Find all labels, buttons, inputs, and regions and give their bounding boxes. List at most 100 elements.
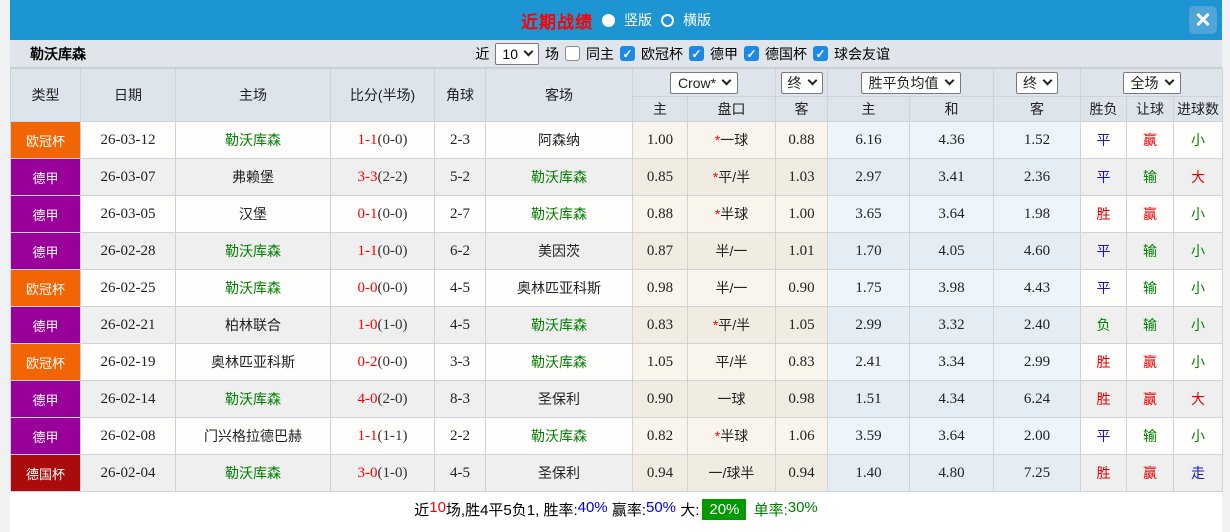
goals-result: 小 xyxy=(1174,307,1223,344)
col-header-type: 类型 xyxy=(11,69,81,122)
home-team: 门兴格拉德巴赫 xyxy=(176,418,331,455)
away-team: 奥林匹亚科斯 xyxy=(486,270,633,307)
avg-away-odds: 2.00 xyxy=(994,418,1081,455)
summary-segment: 40% xyxy=(578,499,608,516)
horizontal-view-radio[interactable] xyxy=(661,14,674,27)
handicap-cell: 平/半 xyxy=(688,344,776,381)
league-checkbox-bundesliga[interactable]: ✓ xyxy=(689,46,704,61)
avg-home-odds: 1.75 xyxy=(828,270,910,307)
avg-select[interactable]: 胜平负均值 xyxy=(861,72,961,94)
away-team: 圣保利 xyxy=(486,455,633,492)
vertical-view-radio[interactable] xyxy=(602,14,615,27)
match-date: 26-02-08 xyxy=(81,418,176,455)
corner-count: 6-2 xyxy=(435,233,486,270)
bookmaker-select-value: Crow* xyxy=(678,75,716,91)
handicap-value: 一球 xyxy=(718,391,746,407)
match-date: 26-02-28 xyxy=(81,233,176,270)
handicap-value: 半/一 xyxy=(716,243,748,259)
avg-draw-odds: 4.36 xyxy=(910,122,994,159)
near-label: 近 xyxy=(475,44,489,64)
corner-count: 2-3 xyxy=(435,122,486,159)
win-draw-loss-result: 平 xyxy=(1081,122,1127,159)
handicap-value: 半球 xyxy=(720,428,748,444)
handicap-value: 平/半 xyxy=(718,317,750,333)
handicap-value: 半球 xyxy=(720,206,748,222)
win-draw-loss-result: 胜 xyxy=(1081,344,1127,381)
col-header-jq: 进球数 xyxy=(1174,97,1223,122)
match-date: 26-03-07 xyxy=(81,159,176,196)
chevron-down-icon xyxy=(1043,76,1053,86)
match-row: 欧冠杯 26-02-19 奥林匹亚科斯 0-2(0-0) 3-3 勒沃库森 1.… xyxy=(11,344,1223,381)
title-bar: 近期战绩 竖版 横版 xyxy=(10,0,1222,40)
league-checkbox-dfb-pokal[interactable]: ✓ xyxy=(744,46,759,61)
match-row: 德甲 26-02-08 门兴格拉德巴赫 1-1(1-1) 2-2 勒沃库森 0.… xyxy=(11,418,1223,455)
avg-draw-odds: 4.34 xyxy=(910,381,994,418)
league-type-badge: 欧冠杯 xyxy=(11,122,81,159)
close-icon[interactable] xyxy=(1189,6,1217,34)
avg-away-odds: 4.60 xyxy=(994,233,1081,270)
home-team: 奥林匹亚科斯 xyxy=(176,344,331,381)
league-type-badge: 德甲 xyxy=(11,159,81,196)
handicap-value: 一球 xyxy=(720,132,748,148)
match-row: 德国杯 26-02-04 勒沃库森 3-0(1-0) 4-5 圣保利 0.94 … xyxy=(11,455,1223,492)
avg-draw-odds: 4.80 xyxy=(910,455,994,492)
away-team: 勒沃库森 xyxy=(486,307,633,344)
league-checkbox-friendly[interactable]: ✓ xyxy=(813,46,828,61)
league-label-friendly: 球会友谊 xyxy=(834,44,890,64)
avg-home-odds: 2.97 xyxy=(828,159,910,196)
match-count-select[interactable]: 10 xyxy=(495,43,539,65)
scope-select-value: 全场 xyxy=(1131,73,1159,93)
same-home-label: 同主 xyxy=(586,44,614,64)
home-odds: 0.94 xyxy=(633,455,688,492)
away-odds: 0.98 xyxy=(776,381,828,418)
handicap-result: 输 xyxy=(1127,233,1174,270)
avg-state-select[interactable]: 终 xyxy=(1016,72,1058,94)
col-header-away: 客场 xyxy=(486,69,633,122)
filter-controls: 近 10 场 同主 ✓ 欧冠杯 ✓ 德甲 ✓ 德国杯 ✓ 球会友谊 xyxy=(473,43,892,65)
handicap-cell: *半球 xyxy=(688,418,776,455)
league-label-bundesliga: 德甲 xyxy=(710,44,738,64)
league-checkbox-ucl[interactable]: ✓ xyxy=(620,46,635,61)
away-team: 美因茨 xyxy=(486,233,633,270)
league-type-badge: 德国杯 xyxy=(11,455,81,492)
summary-segment: 赢率: xyxy=(608,499,646,520)
match-count-value: 10 xyxy=(502,46,518,62)
score-cell: 1-1(1-1) xyxy=(331,418,435,455)
handicap-result: 输 xyxy=(1127,159,1174,196)
full-score: 0-1 xyxy=(358,206,378,222)
match-row: 欧冠杯 26-03-12 勒沃库森 1-1(0-0) 2-3 阿森纳 1.00 … xyxy=(11,122,1223,159)
league-type-badge: 德甲 xyxy=(11,233,81,270)
handicap-cell: 半/一 xyxy=(688,233,776,270)
home-odds: 0.90 xyxy=(633,381,688,418)
home-odds: 0.87 xyxy=(633,233,688,270)
match-date: 26-02-14 xyxy=(81,381,176,418)
odds-state-select[interactable]: 终 xyxy=(781,72,823,94)
win-draw-loss-result: 胜 xyxy=(1081,381,1127,418)
horizontal-view-label[interactable]: 横版 xyxy=(683,10,711,30)
match-row: 德甲 26-03-07 弗赖堡 3-3(2-2) 5-2 勒沃库森 0.85 *… xyxy=(11,159,1223,196)
handicap-result: 赢 xyxy=(1127,381,1174,418)
summary-segment: 20% xyxy=(702,499,746,520)
bookmaker-select[interactable]: Crow* xyxy=(670,72,738,94)
chevron-down-icon xyxy=(1164,76,1174,86)
home-odds: 0.88 xyxy=(633,196,688,233)
league-label-dfb-pokal: 德国杯 xyxy=(765,44,807,64)
avg-away-odds: 2.99 xyxy=(994,344,1081,381)
full-score: 0-2 xyxy=(358,354,378,370)
handicap-result: 赢 xyxy=(1127,196,1174,233)
corner-count: 2-2 xyxy=(435,418,486,455)
handicap-cell: *平/半 xyxy=(688,159,776,196)
handicap-cell: 半/一 xyxy=(688,270,776,307)
col-header-rq: 让球 xyxy=(1127,97,1174,122)
score-cell: 3-0(1-0) xyxy=(331,455,435,492)
corner-count: 5-2 xyxy=(435,159,486,196)
scope-select[interactable]: 全场 xyxy=(1123,72,1181,94)
same-home-checkbox[interactable] xyxy=(565,46,580,61)
col-header-date: 日期 xyxy=(81,69,176,122)
home-team: 勒沃库森 xyxy=(176,270,331,307)
vertical-view-label[interactable]: 竖版 xyxy=(624,10,652,30)
avg-draw-odds: 3.41 xyxy=(910,159,994,196)
win-draw-loss-result: 胜 xyxy=(1081,196,1127,233)
chevron-down-icon xyxy=(944,76,954,86)
full-score: 1-1 xyxy=(358,243,378,259)
